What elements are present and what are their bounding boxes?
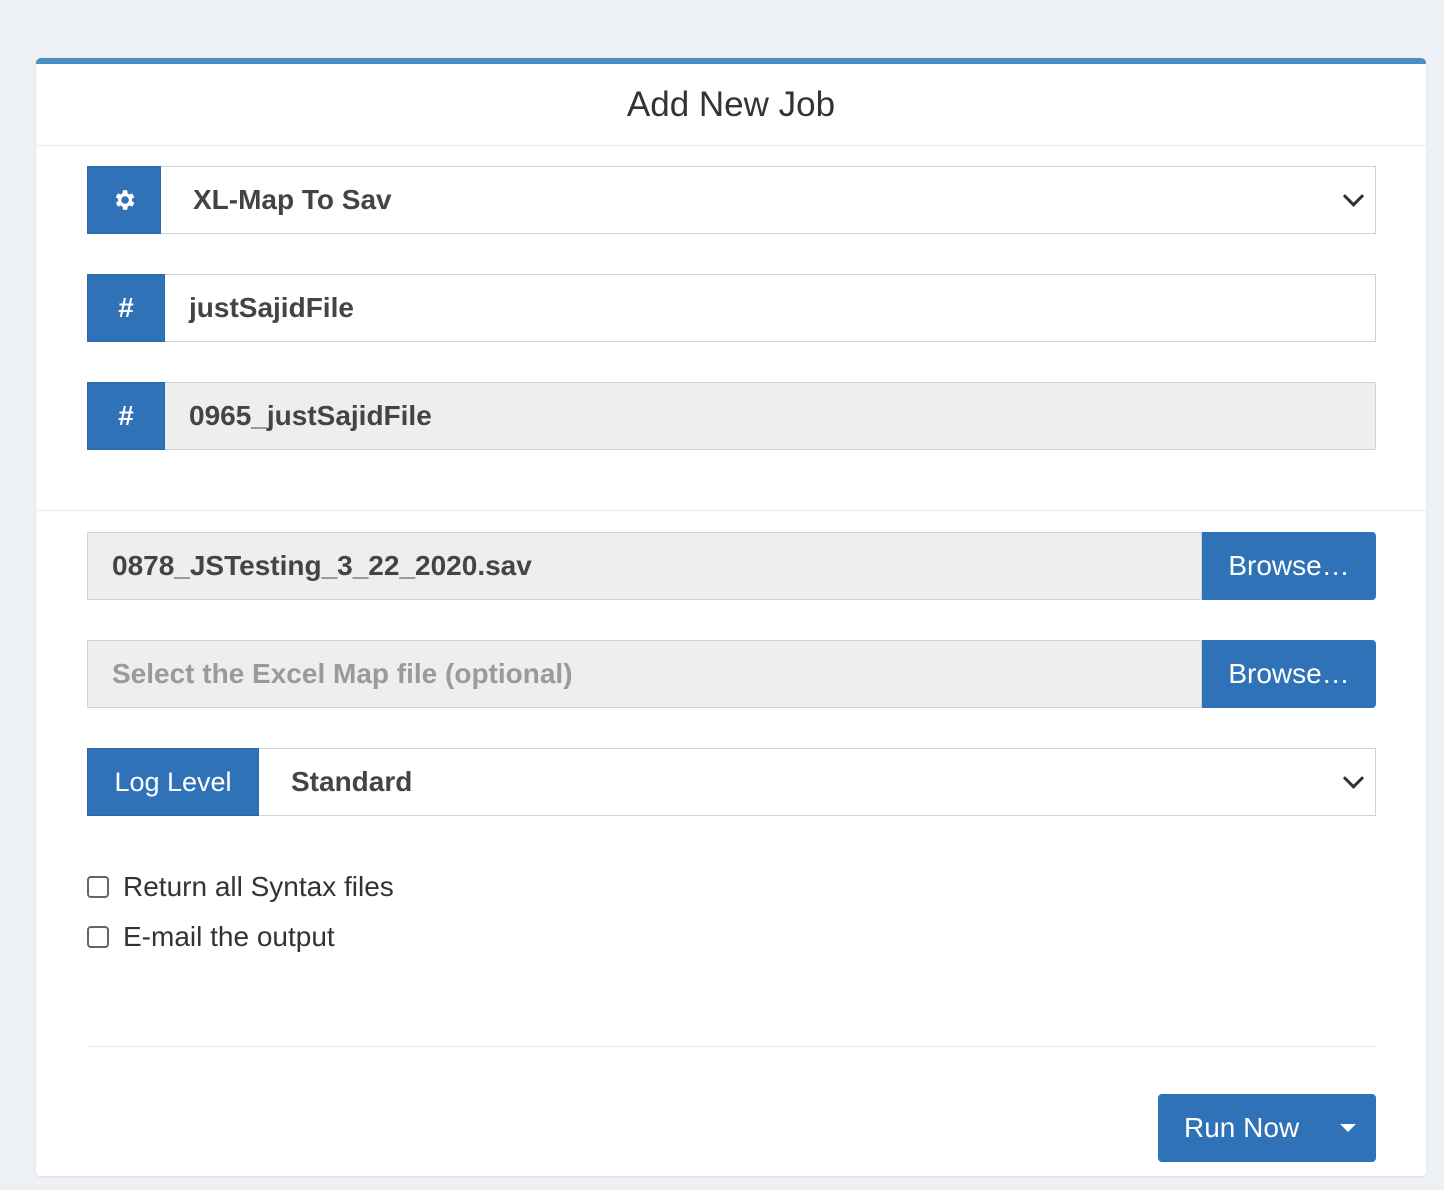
- job-type-row: XL-Map To Sav: [87, 166, 1376, 234]
- return-syntax-label: Return all Syntax files: [123, 871, 394, 902]
- job-type-value: XL-Map To Sav: [193, 184, 392, 215]
- hash-icon: #: [87, 382, 165, 450]
- gear-icon-svg: [115, 190, 135, 210]
- return-syntax-option[interactable]: Return all Syntax files: [87, 870, 394, 904]
- gear-icon: [87, 166, 161, 234]
- log-level-select[interactable]: Standard: [259, 748, 1376, 816]
- chevron-down-icon: [1342, 767, 1365, 789]
- run-now-button[interactable]: Run Now: [1158, 1094, 1376, 1162]
- data-file-input[interactable]: 0878_JSTesting_3_22_2020.sav: [87, 532, 1202, 600]
- log-level-value: Standard: [291, 766, 413, 797]
- log-level-label: Log Level: [87, 748, 259, 816]
- map-file-row: Select the Excel Map file (optional) Bro…: [87, 640, 1376, 708]
- return-syntax-checkbox[interactable]: [87, 876, 109, 898]
- browse-data-file-button[interactable]: Browse…: [1202, 532, 1376, 600]
- add-job-panel: Add New Job XL-Map To Sav # justSajidFil…: [36, 58, 1426, 1176]
- job-id-field: 0965_justSajidFile: [165, 382, 1376, 450]
- email-output-option[interactable]: E-mail the output: [87, 920, 335, 954]
- map-file-input[interactable]: Select the Excel Map file (optional): [87, 640, 1202, 708]
- browse-map-file-button[interactable]: Browse…: [1202, 640, 1376, 708]
- job-name-row: # justSajidFile: [87, 274, 1376, 342]
- section-divider: [36, 510, 1426, 511]
- run-now-label: Run Now: [1184, 1112, 1300, 1143]
- job-name-input[interactable]: justSajidFile: [165, 274, 1376, 342]
- job-type-select[interactable]: XL-Map To Sav: [161, 166, 1376, 234]
- email-output-checkbox[interactable]: [87, 926, 109, 948]
- panel-title: Add New Job: [36, 64, 1426, 146]
- footer-divider: [87, 1046, 1376, 1047]
- hash-icon: #: [87, 274, 165, 342]
- caret-down-icon[interactable]: [1340, 1124, 1356, 1132]
- log-level-row: Log Level Standard: [87, 748, 1376, 816]
- job-id-row: # 0965_justSajidFile: [87, 382, 1376, 450]
- email-output-label: E-mail the output: [123, 921, 335, 952]
- job-name-value: justSajidFile: [189, 292, 354, 323]
- job-id-value: 0965_justSajidFile: [189, 400, 432, 431]
- chevron-down-icon: [1342, 185, 1365, 207]
- data-file-row: 0878_JSTesting_3_22_2020.sav Browse…: [87, 532, 1376, 600]
